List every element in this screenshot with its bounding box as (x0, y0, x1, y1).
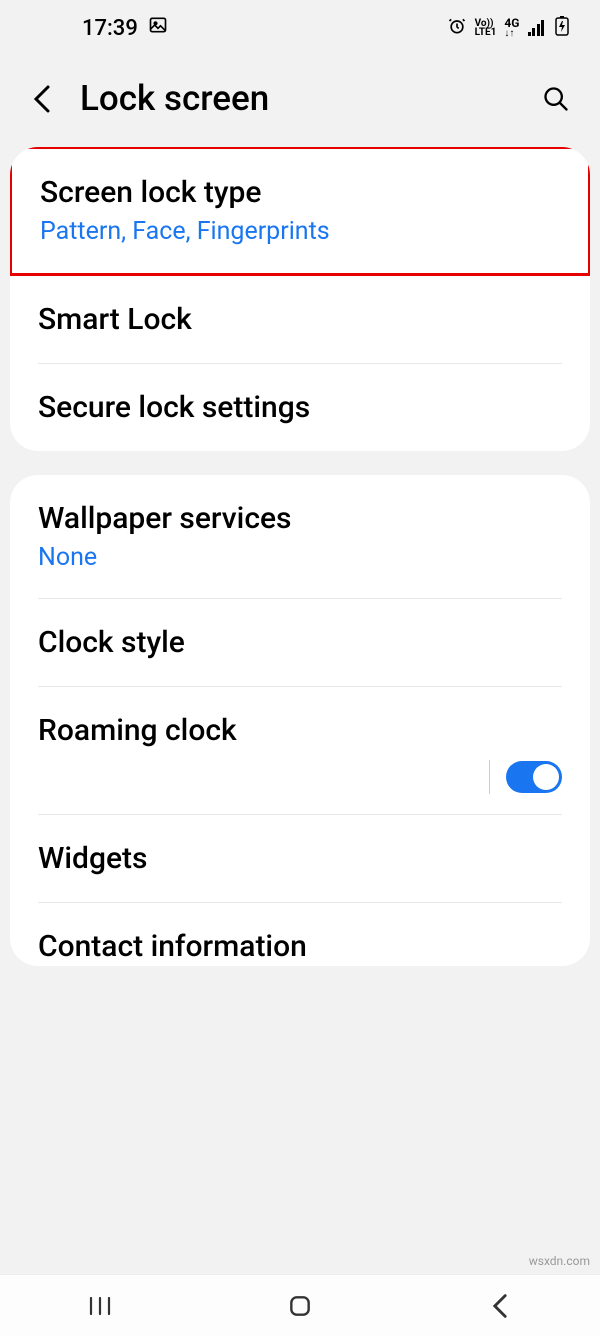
roaming-clock-toggle[interactable] (506, 761, 562, 793)
signal-icon (528, 20, 545, 36)
item-subtitle: None (38, 542, 562, 575)
status-time: 17:39 (82, 16, 138, 41)
volte-indicator: Vo)) LTE1 (475, 19, 497, 37)
item-title: Screen lock type (40, 173, 560, 212)
secure-lock-settings-item[interactable]: Secure lock settings (10, 364, 590, 451)
item-title: Widgets (38, 839, 562, 878)
content: Screen lock type Pattern, Face, Fingerpr… (0, 147, 600, 966)
lock-settings-card: Screen lock type Pattern, Face, Fingerpr… (10, 147, 590, 451)
item-title: Clock style (38, 623, 562, 662)
item-title: Roaming clock (38, 711, 562, 750)
contact-information-item[interactable]: Contact information (10, 903, 590, 966)
highlighted-item: Screen lock type Pattern, Face, Fingerpr… (10, 147, 590, 276)
item-subtitle: Pattern, Face, Fingerprints (40, 216, 560, 249)
data-arrows-icon: ↓↑ (504, 29, 519, 38)
volte-bottom: LTE1 (475, 28, 497, 37)
navigation-bar (0, 1274, 600, 1336)
recents-icon (88, 1295, 112, 1317)
battery-icon (552, 16, 572, 40)
screen-lock-type-item[interactable]: Screen lock type Pattern, Face, Fingerpr… (12, 149, 588, 273)
search-button[interactable] (540, 83, 572, 115)
recents-button[interactable] (50, 1295, 150, 1317)
item-title: Wallpaper services (38, 499, 562, 538)
nav-back-button[interactable] (450, 1293, 550, 1319)
header: Lock screen (0, 50, 600, 147)
chevron-left-icon (33, 84, 51, 114)
display-settings-card: Wallpaper services None Clock style Roam… (10, 475, 590, 967)
alarm-icon (447, 16, 467, 40)
toggle-divider (489, 760, 490, 794)
status-right: Vo)) LTE1 4G ↓↑ (447, 16, 572, 40)
item-title: Contact information (38, 927, 562, 966)
status-left: 17:39 (28, 15, 168, 41)
smart-lock-item[interactable]: Smart Lock (10, 276, 590, 363)
item-title: Secure lock settings (38, 388, 562, 427)
clock-style-item[interactable]: Clock style (10, 599, 590, 686)
home-button[interactable] (250, 1293, 350, 1319)
widgets-item[interactable]: Widgets (10, 815, 590, 902)
network-indicator: 4G ↓↑ (504, 18, 519, 38)
watermark: wsxdn.com (529, 1254, 590, 1268)
toggle-knob (533, 764, 559, 790)
page-title: Lock screen (80, 78, 516, 119)
roaming-clock-toggle-row (10, 758, 590, 814)
roaming-clock-item[interactable]: Roaming clock (10, 687, 590, 758)
picture-icon (148, 15, 168, 41)
item-title: Smart Lock (38, 300, 562, 339)
home-icon (287, 1293, 313, 1319)
wallpaper-services-item[interactable]: Wallpaper services None (10, 475, 590, 599)
back-button[interactable] (28, 85, 56, 113)
status-bar: 17:39 Vo)) LTE1 4G ↓↑ (0, 0, 600, 50)
search-icon (542, 85, 570, 113)
chevron-left-icon (491, 1293, 509, 1319)
